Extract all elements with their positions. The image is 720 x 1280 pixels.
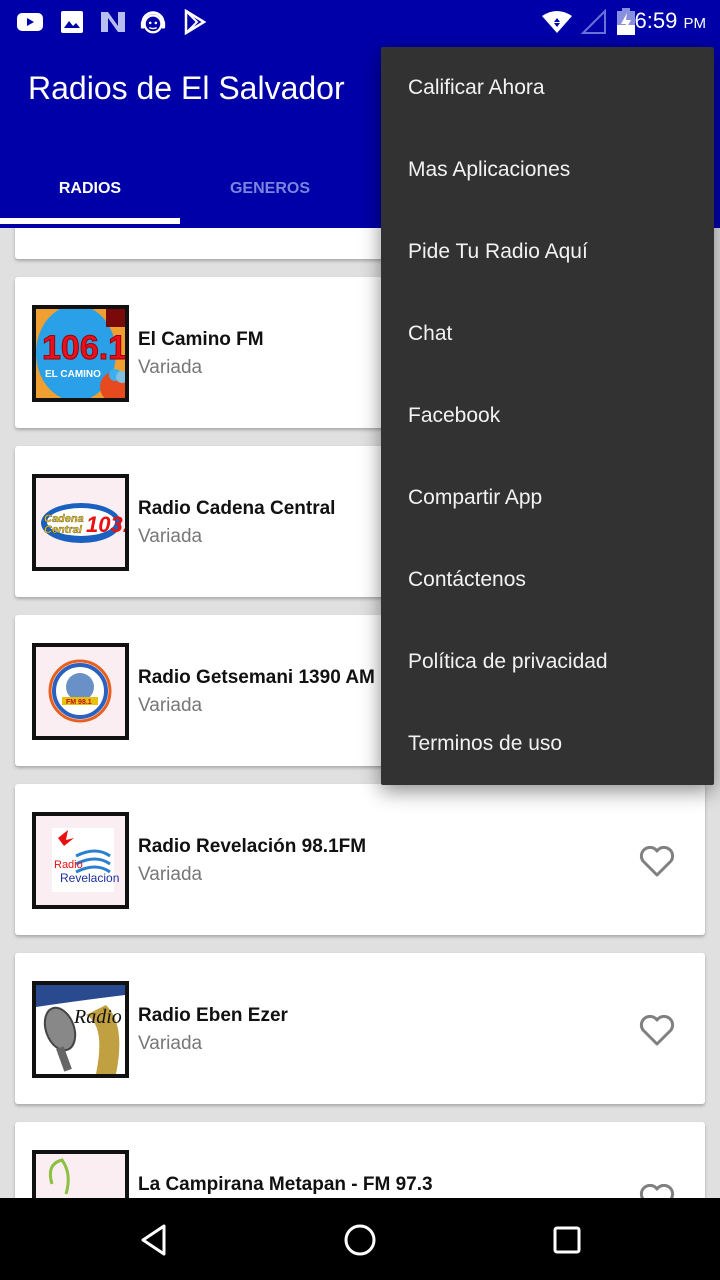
station-logo: FM 98.1 (32, 643, 129, 740)
favorite-heart-icon[interactable] (639, 1183, 675, 1198)
tab-indicator (0, 218, 180, 224)
home-button[interactable] (340, 1220, 380, 1260)
station-logo: Radio Revelacion (32, 812, 129, 909)
menu-item-calificar-ahora[interactable]: Calificar Ahora (381, 47, 714, 129)
svg-text:FM 98.1: FM 98.1 (66, 699, 92, 706)
tab-generos[interactable]: GENEROS (180, 156, 360, 222)
menu-item-terminos-uso[interactable]: Terminos de uso (381, 703, 714, 785)
signal-icon (580, 8, 608, 36)
play-store-icon (181, 8, 209, 36)
menu-item-chat[interactable]: Chat (381, 293, 714, 375)
status-bar: 6:59 PM (0, 0, 720, 44)
station-genre: Variada (138, 864, 203, 885)
favorite-heart-icon[interactable] (639, 845, 675, 878)
svg-text:Central: Central (44, 524, 83, 536)
n-app-icon (99, 8, 127, 36)
menu-item-facebook[interactable]: Facebook (381, 375, 714, 457)
station-card[interactable]: La Campirana Metapan - FM 97.3 Variada (15, 1122, 705, 1198)
station-card[interactable]: Radio Radio Eben Ezer Variada (15, 953, 705, 1104)
station-genre: Variada (138, 526, 203, 547)
station-logo: Cadena Central 103.7 (32, 474, 129, 571)
svg-text:Radio: Radio (73, 1006, 122, 1028)
home-icon (344, 1224, 376, 1256)
menu-item-politica-privacidad[interactable]: Política de privacidad (381, 621, 714, 703)
menu-item-pide-tu-radio[interactable]: Pide Tu Radio Aquí (381, 211, 714, 293)
recents-button[interactable] (547, 1220, 587, 1260)
recents-icon (553, 1226, 581, 1254)
page-title: Radios de El Salvador (28, 70, 345, 106)
svg-text:103.7: 103.7 (86, 512, 125, 537)
youtube-icon (16, 8, 44, 36)
svg-text:Revelacion: Revelacion (60, 871, 119, 885)
station-name: La Campirana Metapan - FM 97.3 (138, 1174, 433, 1195)
logo-text: 106.1 (42, 329, 125, 367)
favorite-heart-icon[interactable] (639, 1014, 675, 1047)
menu-item-mas-aplicaciones[interactable]: Mas Aplicaciones (381, 129, 714, 211)
station-genre: Variada (138, 357, 203, 378)
svg-text:EL CAMINO: EL CAMINO (45, 369, 101, 380)
back-button[interactable] (134, 1220, 174, 1260)
station-card[interactable]: Radio Revelacion Radio Revelación 98.1FM… (15, 784, 705, 935)
menu-item-compartir-app[interactable]: Compartir App (381, 457, 714, 539)
back-icon (141, 1224, 166, 1256)
wifi-icon (541, 8, 573, 36)
station-name: Radio Eben Ezer (138, 1005, 288, 1026)
tab-radios[interactable]: RADIOS (0, 156, 180, 222)
station-name: El Camino FM (138, 329, 264, 350)
clock: 6:59 PM (634, 8, 706, 33)
menu-item-contactenos[interactable]: Contáctenos (381, 539, 714, 621)
station-logo: 106.1 EL CAMINO (32, 305, 129, 402)
gallery-icon (58, 8, 86, 36)
station-genre: Variada (138, 695, 203, 716)
station-name: Radio Cadena Central (138, 498, 336, 519)
station-name: Radio Revelación 98.1FM (138, 836, 367, 857)
navigation-bar (0, 1198, 720, 1280)
station-logo (32, 1150, 129, 1198)
svg-text:Radio: Radio (54, 859, 83, 871)
overflow-menu: Calificar Ahora Mas Aplicaciones Pide Tu… (381, 47, 714, 785)
station-logo: Radio (32, 981, 129, 1078)
station-genre: Variada (138, 1033, 203, 1054)
headset-face-icon (139, 8, 167, 36)
station-name: Radio Getsemani 1390 AM (138, 667, 375, 688)
